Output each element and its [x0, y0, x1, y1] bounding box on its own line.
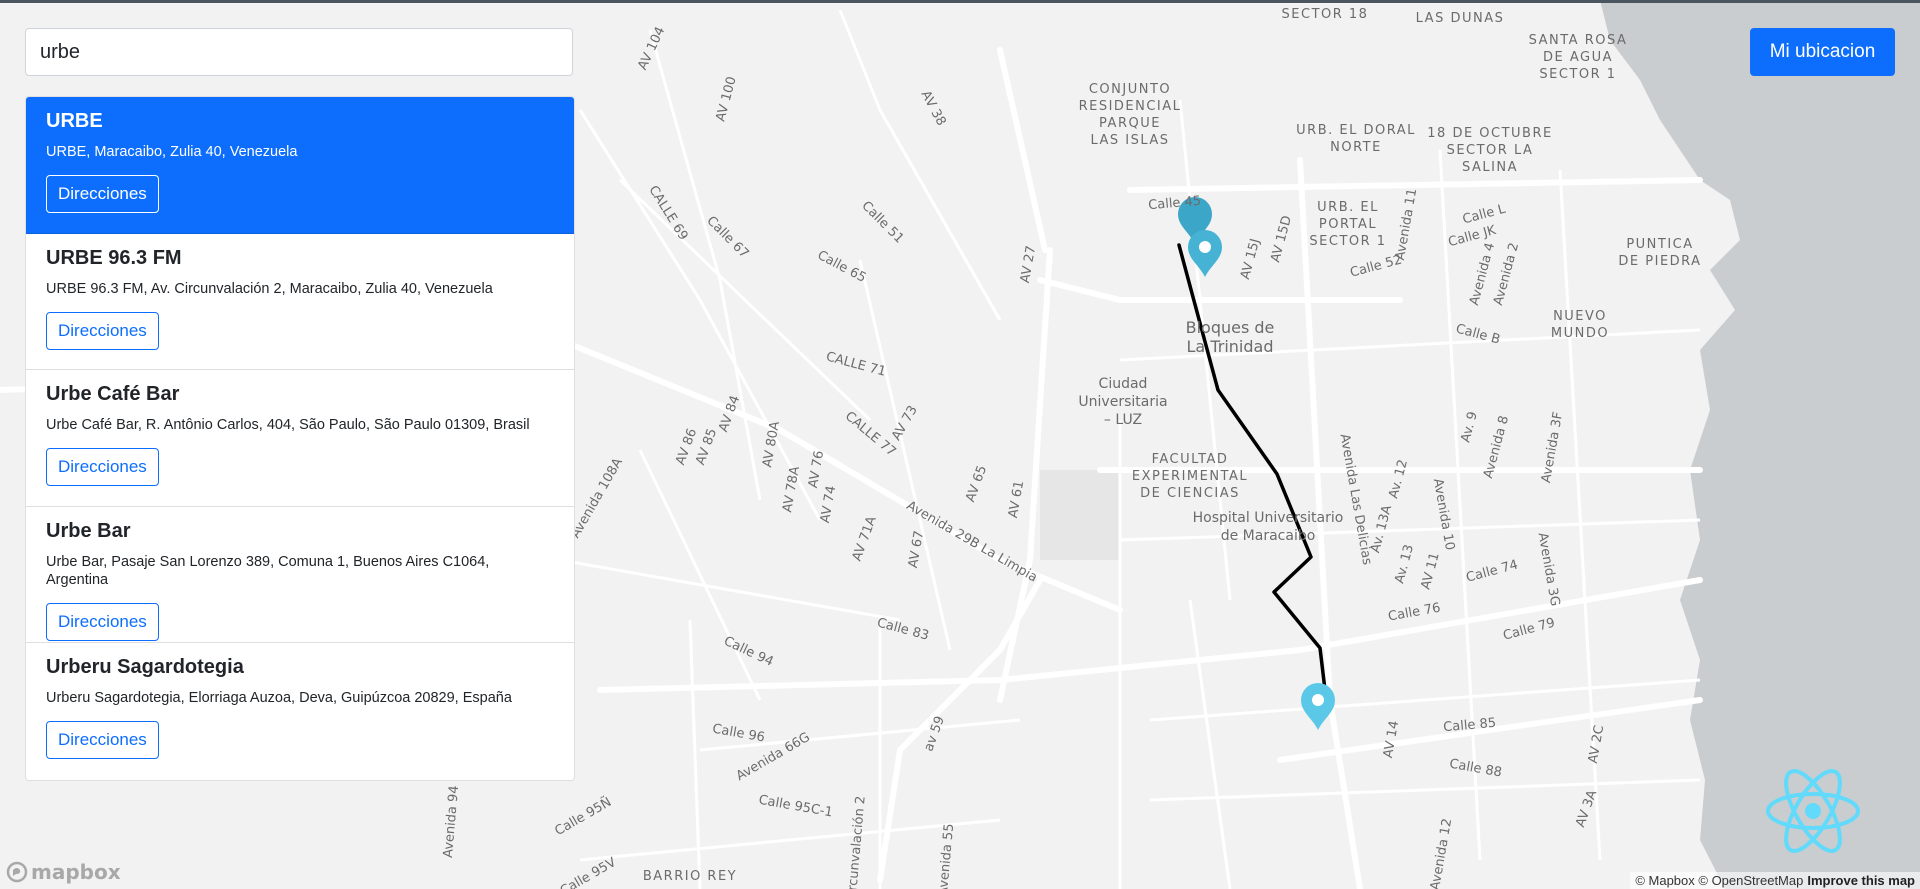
place-label: CONJUNTO — [1089, 82, 1171, 97]
result-address: Urbe Café Bar, R. Antônio Carlos, 404, S… — [46, 417, 530, 433]
place-label: URB. EL — [1317, 200, 1379, 215]
result-name: URBE — [46, 110, 103, 132]
place-label: SECTOR LA — [1447, 143, 1534, 158]
place-label: PUNTICA — [1626, 237, 1693, 252]
place-label: Ciudad — [1099, 376, 1148, 392]
place-label: DE PIEDRA — [1618, 254, 1701, 269]
place-label: MUNDO — [1551, 326, 1609, 341]
place-label: NUEVO — [1553, 309, 1607, 324]
directions-button[interactable]: Direcciones — [46, 721, 159, 759]
place-label: de Maracaibo — [1221, 528, 1316, 544]
place-label: Bloques de — [1186, 318, 1275, 337]
result-name: Urbe Bar — [46, 519, 131, 542]
map-attribution: © Mapbox © OpenStreetMap Improve this map — [1630, 872, 1920, 889]
park-area — [1040, 470, 1120, 560]
improve-map-link[interactable]: Improve this map — [1807, 873, 1915, 888]
result-address: Urbe Bar, Pasaje San Lorenzo 389, Comuna… — [46, 553, 490, 588]
place-label: SECTOR 18 — [1282, 7, 1369, 22]
place-label: BARRIO REY — [643, 869, 737, 884]
top-border — [0, 0, 1920, 3]
mapbox-logo-icon — [6, 861, 28, 883]
place-label: SALINA — [1462, 160, 1518, 175]
my-location-button[interactable]: Mi ubicacion — [1750, 28, 1895, 76]
search-panel — [25, 28, 573, 76]
search-input[interactable] — [25, 28, 573, 76]
place-label: SANTA ROSA — [1529, 33, 1628, 48]
search-results-list: URBE URBE, Maracaibo, Zulia 40, Venezuela… — [25, 96, 575, 781]
place-label: RESIDENCIAL — [1079, 99, 1182, 114]
result-item[interactable]: URBE URBE, Maracaibo, Zulia 40, Venezuela… — [26, 97, 574, 234]
result-address: Urberu Sagardotegia, Elorriaga Auzoa, De… — [46, 690, 512, 706]
place-label: EXPERIMENTAL — [1132, 469, 1248, 484]
place-label: PORTAL — [1319, 217, 1377, 232]
place-label: SECTOR 1 — [1539, 67, 1616, 82]
attribution-text[interactable]: © Mapbox © OpenStreetMap — [1635, 873, 1803, 888]
result-address: URBE 96.3 FM, Av. Circunvalación 2, Mara… — [46, 280, 493, 297]
place-label: NORTE — [1330, 140, 1382, 155]
result-name: Urberu Sagardotegia — [46, 656, 244, 678]
place-label: SECTOR 1 — [1309, 234, 1386, 249]
place-label: 18 DE OCTUBRE — [1427, 126, 1552, 141]
result-item[interactable]: Urbe Bar Urbe Bar, Pasaje San Lorenzo 389… — [26, 506, 574, 643]
result-item[interactable]: URBE 96.3 FM URBE 96.3 FM, Av. Circunvala… — [26, 233, 574, 370]
directions-button[interactable]: Direcciones — [46, 602, 159, 641]
place-label: Hospital Universitario — [1193, 510, 1344, 526]
place-label: LAS ISLAS — [1090, 133, 1169, 148]
place-label: DE AGUA — [1543, 50, 1613, 65]
react-logo-icon — [1766, 769, 1860, 853]
mapbox-logo-text: mapbox — [31, 860, 121, 884]
directions-button[interactable]: Direcciones — [46, 311, 159, 350]
place-label: – LUZ — [1104, 412, 1142, 428]
place-label: PARQUE — [1099, 116, 1161, 131]
result-item[interactable]: Urbe Café Bar Urbe Café Bar, R. Antônio C… — [26, 370, 574, 507]
result-address: URBE, Maracaibo, Zulia 40, Venezuela — [46, 144, 298, 160]
place-label: LAS DUNAS — [1416, 11, 1505, 26]
place-label: La Trinidad — [1187, 337, 1274, 356]
place-label: DE CIENCIAS — [1140, 486, 1240, 501]
directions-button[interactable]: Direcciones — [46, 175, 159, 213]
result-name: URBE 96.3 FM — [46, 246, 182, 269]
result-name: Urbe Café Bar — [46, 383, 180, 405]
directions-button[interactable]: Direcciones — [46, 448, 159, 486]
place-label: URB. EL DORAL — [1296, 123, 1416, 138]
mapbox-logo[interactable]: mapbox — [6, 860, 121, 884]
place-label: FACULTAD — [1152, 452, 1229, 467]
place-label: Universitaria — [1078, 394, 1167, 410]
result-item[interactable]: Urberu Sagardotegia Urberu Sagardotegia, … — [26, 643, 574, 780]
